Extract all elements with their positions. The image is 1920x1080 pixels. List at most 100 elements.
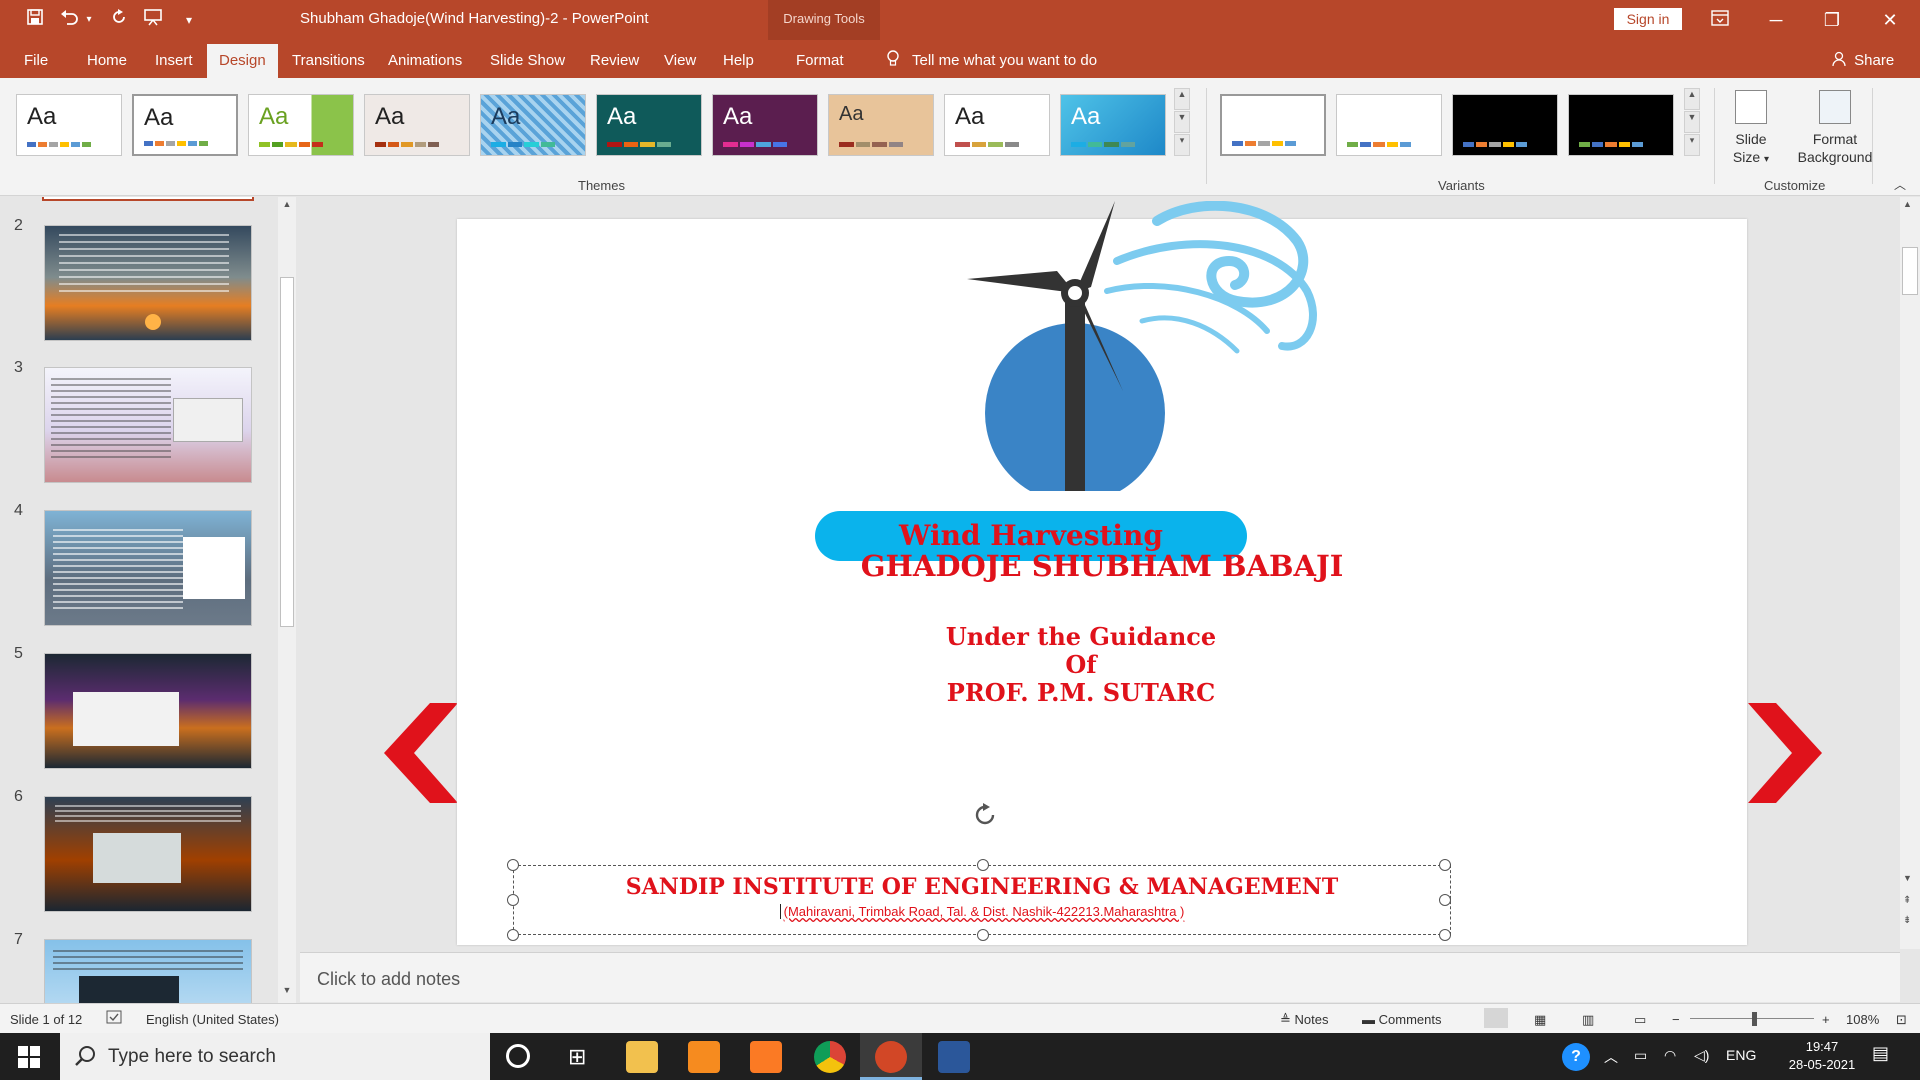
spelling-check-icon[interactable] bbox=[106, 1010, 122, 1027]
collapse-ribbon-icon[interactable]: ︿ bbox=[1894, 176, 1906, 193]
share-button[interactable]: Share bbox=[1832, 40, 1894, 78]
next-slide-chevron-icon[interactable] bbox=[1748, 703, 1822, 803]
volume-icon[interactable]: ◁) bbox=[1694, 1047, 1709, 1064]
guidance-line-3[interactable]: PROF. P.M. SUTARC bbox=[436, 678, 1726, 707]
normal-view-icon[interactable] bbox=[1484, 1008, 1508, 1028]
thumbnail-slide-2[interactable] bbox=[44, 225, 252, 341]
scroll-up-icon[interactable]: ▲ bbox=[1903, 199, 1912, 209]
file-explorer-icon[interactable] bbox=[626, 1041, 658, 1073]
theme-retrospect[interactable]: Aa bbox=[828, 94, 934, 156]
thumbnail-slide-3[interactable] bbox=[44, 367, 252, 483]
show-hidden-icons-icon[interactable]: ︿ bbox=[1604, 1047, 1618, 1067]
resize-handle[interactable] bbox=[507, 894, 519, 906]
fit-to-window-icon[interactable]: ⊡ bbox=[1896, 1012, 1907, 1028]
scroll-down-icon[interactable]: ▼ bbox=[1903, 873, 1912, 883]
next-slide-icon[interactable]: ⇟ bbox=[1903, 915, 1911, 926]
themes-scroll-down-icon[interactable]: ▼ bbox=[1174, 111, 1190, 133]
reading-view-icon[interactable]: ▥ bbox=[1582, 1012, 1594, 1028]
battery-icon[interactable]: ▭ bbox=[1634, 1047, 1647, 1064]
taskbar-search-box[interactable]: Type here to search bbox=[60, 1033, 490, 1080]
tab-format[interactable]: Format bbox=[796, 40, 844, 78]
slide-sorter-icon[interactable]: ▦ bbox=[1534, 1012, 1546, 1028]
author-name[interactable]: GHADOJE SHUBHAM BABAJI bbox=[457, 549, 1747, 583]
thumbnail-slide-6[interactable] bbox=[44, 796, 252, 912]
word-icon[interactable] bbox=[938, 1041, 970, 1073]
resize-handle[interactable] bbox=[507, 859, 519, 871]
tab-transitions[interactable]: Transitions bbox=[292, 40, 365, 78]
thumbnail-slide-4[interactable] bbox=[44, 510, 252, 626]
slide-canvas[interactable]: Wind Harvesting GHADOJE SHUBHAM BABAJI U… bbox=[457, 201, 1747, 945]
tab-slide-show[interactable]: Slide Show bbox=[490, 40, 565, 78]
variant-1[interactable] bbox=[1220, 94, 1326, 156]
resize-handle[interactable] bbox=[1439, 894, 1451, 906]
tab-help[interactable]: Help bbox=[723, 40, 754, 78]
sign-in-button[interactable]: Sign in bbox=[1614, 8, 1682, 30]
slide-counter[interactable]: Slide 1 of 12 bbox=[10, 1012, 82, 1027]
save-icon[interactable] bbox=[22, 8, 48, 32]
variants-scroll-up-icon[interactable]: ▲ bbox=[1684, 88, 1700, 110]
scroll-up-icon[interactable]: ▲ bbox=[280, 199, 294, 213]
slide-scrollbar[interactable]: ▲ ▼ ⇞ ⇟ bbox=[1900, 197, 1920, 949]
notes-placeholder[interactable]: Click to add notes bbox=[317, 969, 460, 990]
windows-start-icon[interactable] bbox=[18, 1046, 40, 1073]
wifi-icon[interactable]: ◠ bbox=[1664, 1047, 1676, 1064]
theme-ion-boardroom[interactable]: Aa bbox=[480, 94, 586, 156]
slide-size-button[interactable]: Slide Size ▾ bbox=[1726, 90, 1776, 169]
variant-4[interactable] bbox=[1568, 94, 1674, 156]
zoom-slider-thumb[interactable] bbox=[1752, 1012, 1757, 1026]
tab-insert[interactable]: Insert bbox=[155, 40, 193, 78]
taskbar-clock[interactable]: 19:47 28-05-2021 bbox=[1772, 1038, 1872, 1074]
present-from-beginning-icon[interactable] bbox=[140, 8, 166, 32]
customize-qat-icon[interactable]: ▾ bbox=[176, 8, 202, 32]
zoom-level[interactable]: 108% bbox=[1846, 1012, 1879, 1027]
thumbnail-slide-1-edge[interactable] bbox=[42, 197, 254, 201]
tab-design[interactable]: Design bbox=[207, 44, 278, 78]
previous-slide-chevron-icon[interactable] bbox=[384, 703, 458, 803]
language-indicator[interactable]: English (United States) bbox=[146, 1012, 279, 1027]
help-icon[interactable]: ? bbox=[1562, 1043, 1590, 1071]
rotate-handle-icon[interactable] bbox=[971, 801, 999, 829]
guidance-line-2[interactable]: Of bbox=[436, 650, 1726, 679]
comments-toggle[interactable]: ▬ Comments bbox=[1362, 1012, 1441, 1027]
tab-home[interactable]: Home bbox=[87, 40, 127, 78]
chrome-icon[interactable] bbox=[814, 1041, 846, 1073]
theme-office[interactable]: Aa bbox=[16, 94, 122, 156]
repeat-icon[interactable] bbox=[106, 8, 132, 32]
scroll-down-icon[interactable]: ▼ bbox=[280, 985, 294, 999]
theme-wisp[interactable]: Aa bbox=[1060, 94, 1166, 156]
ribbon-display-options-icon[interactable] bbox=[1692, 0, 1748, 40]
minimize-icon[interactable]: ─ bbox=[1748, 0, 1804, 40]
resize-handle[interactable] bbox=[977, 859, 989, 871]
undo-dropdown-icon[interactable]: ▾ bbox=[82, 8, 96, 32]
tell-me-search[interactable]: Tell me what you want to do bbox=[886, 40, 1097, 78]
themes-more-icon[interactable]: ▾ bbox=[1174, 134, 1190, 156]
task-view-icon[interactable]: ⊞ bbox=[568, 1044, 586, 1070]
themes-scroll-up-icon[interactable]: ▲ bbox=[1174, 88, 1190, 110]
powerpoint-taskbar-button[interactable] bbox=[860, 1033, 922, 1080]
slide-scroll-thumb[interactable] bbox=[1902, 247, 1918, 295]
variant-2[interactable] bbox=[1336, 94, 1442, 156]
tab-file[interactable]: File bbox=[24, 40, 48, 78]
thumbnail-slide-5[interactable] bbox=[44, 653, 252, 769]
guidance-line-1[interactable]: Under the Guidance bbox=[436, 622, 1726, 651]
restore-icon[interactable]: ❐ bbox=[1804, 0, 1860, 40]
tab-review[interactable]: Review bbox=[590, 40, 639, 78]
notes-toggle[interactable]: ≜ Notes bbox=[1280, 1012, 1328, 1028]
notifications-icon[interactable]: ▤ bbox=[1872, 1043, 1889, 1064]
format-background-button[interactable]: Format Background bbox=[1786, 90, 1884, 166]
theme-organic[interactable]: Aa bbox=[712, 94, 818, 156]
resize-handle[interactable] bbox=[1439, 859, 1451, 871]
cortana-icon[interactable] bbox=[506, 1044, 530, 1068]
thumbnail-scrollbar[interactable]: ▲ ▼ bbox=[278, 197, 296, 1003]
sublime-text-icon[interactable] bbox=[688, 1041, 720, 1073]
thumbnail-slide-7[interactable] bbox=[44, 939, 252, 1003]
close-icon[interactable]: ✕ bbox=[1862, 0, 1918, 40]
theme-facet[interactable]: Aa bbox=[248, 94, 354, 156]
theme-ion[interactable]: Aa bbox=[596, 94, 702, 156]
variant-3[interactable] bbox=[1452, 94, 1558, 156]
tab-view[interactable]: View bbox=[664, 40, 696, 78]
selected-textbox[interactable]: SANDIP INSTITUTE OF ENGINEERING & MANAGE… bbox=[507, 859, 1451, 941]
theme-integral[interactable]: Aa bbox=[364, 94, 470, 156]
resize-handle[interactable] bbox=[977, 929, 989, 941]
notes-pane[interactable]: Click to add notes bbox=[300, 952, 1900, 1002]
